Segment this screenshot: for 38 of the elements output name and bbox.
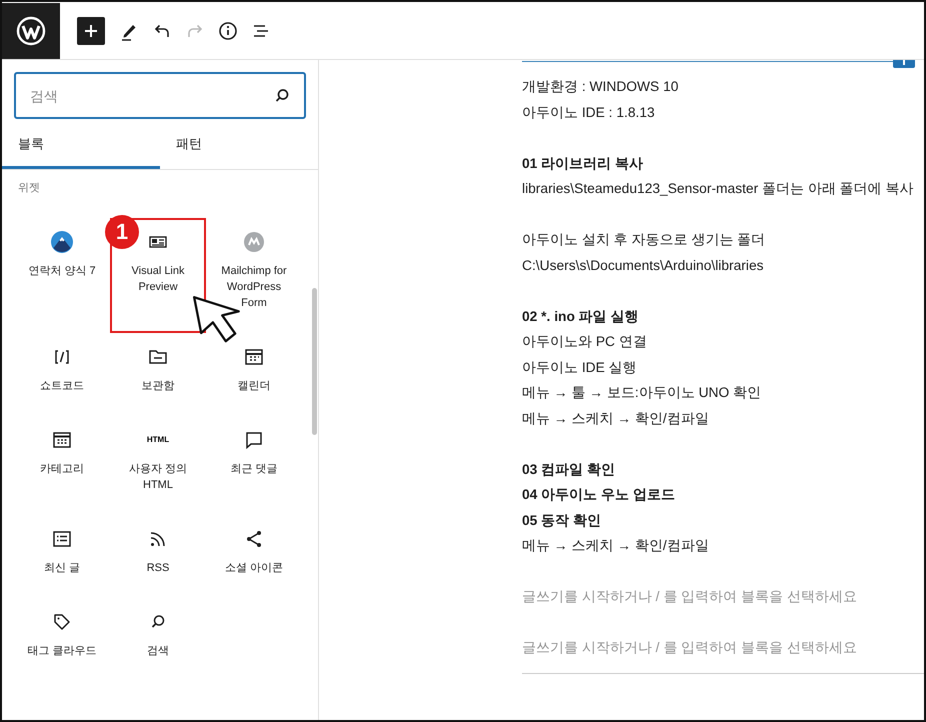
paragraph: 아두이노와 PC 연결	[522, 333, 648, 351]
paragraph: 아두이노 설치 후 자동으로 생기는 폴더	[522, 231, 766, 249]
logo-button[interactable]	[2, 2, 60, 58]
paragraph: 메뉴 → 스케치 → 확인/컴파일	[522, 410, 710, 428]
block-item[interactable]: 최신 글	[14, 515, 110, 598]
heading: 02 *. ino 파일 실행	[522, 308, 640, 326]
block-item[interactable]: 카테고리	[14, 416, 110, 515]
paragraph: libraries\Steamedu123_Sensor-master 폴더는 아래 폴더에 복사	[522, 180, 915, 198]
block-item[interactable]: 태그 클라우드	[14, 598, 110, 681]
logo-icon	[16, 16, 46, 46]
block-item[interactable]: 보관함	[110, 333, 206, 416]
heading: 01 라이브러리 복사	[522, 154, 644, 172]
paragraph: 메뉴 → 툴 → 보드:아두이노 UNO 확인	[522, 384, 762, 402]
section-label: 위젯	[17, 181, 41, 196]
search-field[interactable]: 검색	[14, 72, 306, 119]
heading: 05 동작 확인	[522, 512, 602, 530]
heading: 03 컴파일 확인	[522, 460, 616, 478]
paragraph: C:\Users\s\Documents\Arduino\libraries	[522, 256, 765, 274]
tab[interactable]: 패턴	[160, 121, 318, 169]
scrollbar[interactable]	[312, 288, 317, 435]
block-item[interactable]: 소셜 아이콘	[206, 515, 302, 598]
mountain-logo-icon	[50, 230, 74, 254]
paragraph: 개발환경 : WINDOWS 10	[522, 78, 680, 96]
paragraph: 아두이노 IDE : 1.8.13	[522, 104, 656, 122]
step-badge: 1	[105, 215, 139, 249]
tab[interactable]: 블록	[2, 121, 160, 169]
block-item[interactable]: RSS	[110, 515, 206, 598]
paragraph: 메뉴 → 스케치 → 확인/컴파일	[522, 537, 710, 555]
paragraph: 아두이노 IDE 실행	[522, 358, 638, 376]
block-item[interactable]: HTML 사용자 정의 HTML	[110, 416, 206, 515]
block-item[interactable]: 쇼트코드	[14, 333, 110, 416]
heading: 04 아두이노 우노 업로드	[522, 486, 676, 504]
cursor-arrow-icon	[193, 296, 241, 343]
block-item[interactable]: 검색	[110, 598, 206, 681]
toolbar-button[interactable]	[77, 16, 105, 44]
circle-logo-icon	[242, 230, 266, 254]
block-item[interactable]: 최근 댓글	[206, 416, 302, 515]
block-item[interactable]: 캘린더	[206, 333, 302, 416]
